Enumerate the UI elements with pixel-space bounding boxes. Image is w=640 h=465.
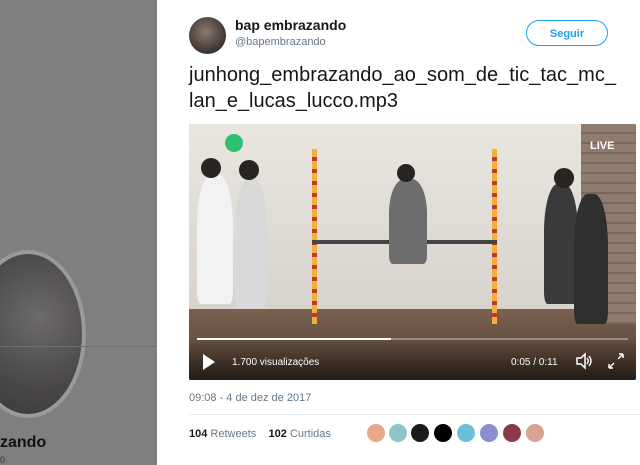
background-profile-sub: 0 xyxy=(0,455,6,465)
retweet-count[interactable]: 104 xyxy=(189,428,207,440)
tweet-stats: 104 Retweets 102 Curtidas xyxy=(189,428,331,440)
video-progress-bar[interactable] xyxy=(197,338,628,340)
like-label[interactable]: Curtidas xyxy=(290,428,331,440)
background-divider xyxy=(0,346,157,347)
person-dancer xyxy=(389,179,427,264)
retweet-label[interactable]: Retweets xyxy=(210,428,256,440)
person-left-1 xyxy=(197,174,233,304)
retweeter-avatar-5[interactable] xyxy=(457,424,475,442)
pole-right xyxy=(492,149,497,324)
stats-divider xyxy=(189,414,640,415)
user-handle[interactable]: @bapembrazando xyxy=(235,36,326,48)
tweet-timestamp[interactable]: 09:08 - 4 de dez de 2017 xyxy=(189,392,311,404)
person-right-1-head xyxy=(554,168,574,188)
person-right-2 xyxy=(574,194,608,324)
person-dancer-head xyxy=(397,164,415,182)
retweeter-avatar-6[interactable] xyxy=(480,424,498,442)
person-left-2 xyxy=(235,179,267,309)
retweeter-avatar-2[interactable] xyxy=(389,424,407,442)
follow-button[interactable]: Seguir xyxy=(526,20,608,46)
tweet-text: junhong_embrazando_ao_som_de_tic_tac_mc_… xyxy=(189,64,616,112)
like-count[interactable]: 102 xyxy=(269,428,287,440)
background-profile-panel: zando 0 xyxy=(0,0,157,465)
display-name[interactable]: bap embrazando xyxy=(235,17,346,33)
video-time: 0:05 / 0:11 xyxy=(511,357,558,368)
fullscreen-icon[interactable] xyxy=(608,353,624,369)
tv-logo-icon xyxy=(225,134,243,152)
play-icon[interactable] xyxy=(203,354,215,370)
person-left-2-head xyxy=(239,160,259,180)
volume-icon[interactable] xyxy=(575,352,593,370)
background-profile-name: zando xyxy=(0,434,47,451)
retweeter-avatar-8[interactable] xyxy=(526,424,544,442)
background-profile-avatar xyxy=(0,250,86,418)
view-count: 1.700 visualizações xyxy=(232,357,320,368)
retweeter-avatar-4[interactable] xyxy=(434,424,452,442)
avatar[interactable] xyxy=(189,17,226,54)
retweeter-avatar-7[interactable] xyxy=(503,424,521,442)
retweeter-avatar-3[interactable] xyxy=(411,424,429,442)
video-player[interactable]: LIVE 1.700 visualizações 0:05 / 0:11 xyxy=(189,124,636,380)
retweeter-avatar-1[interactable] xyxy=(367,424,385,442)
video-progress-fill xyxy=(197,338,391,340)
pole-left xyxy=(312,149,317,324)
tweet-card: bap embrazando @bapembrazando Seguir jun… xyxy=(157,0,640,465)
person-left-1-head xyxy=(201,158,221,178)
live-badge: LIVE xyxy=(590,140,615,152)
person-right-1 xyxy=(544,184,578,304)
